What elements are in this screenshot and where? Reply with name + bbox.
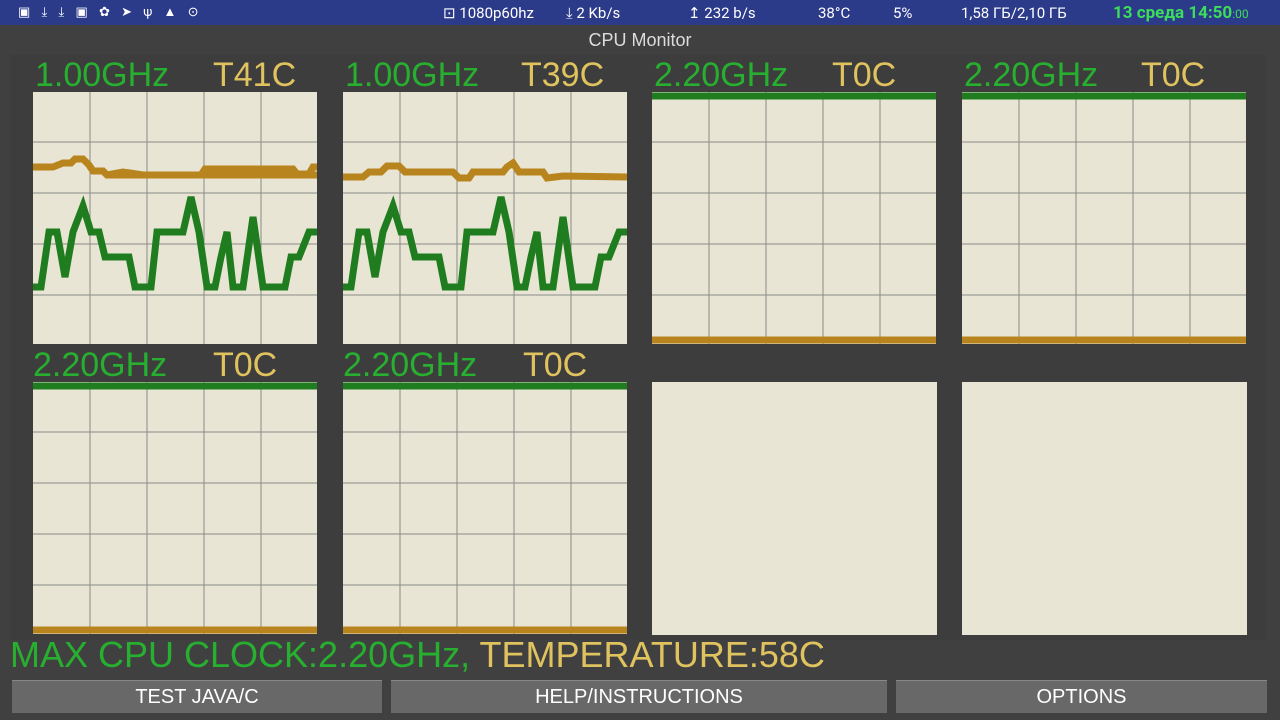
core-0-frequency: 1.00GHz	[35, 56, 170, 94]
cpu-summary: MAX CPU CLOCK:2.20GHz, TEMPERATURE:58C	[10, 637, 825, 673]
test-java-c-button[interactable]: TEST JAVA/C	[12, 680, 382, 713]
core-1-temperature: T39C	[521, 56, 605, 94]
empty-graph-slot	[962, 382, 1247, 635]
status-bar: ▣ ⤓ ⤓ ▣ ✿ ➤ ψ ▲ ⊙ ⊡ 1080p60hz ⤓ 2 Kb/s ↥…	[0, 0, 1280, 25]
core-3-temperature: T0C	[1141, 56, 1206, 94]
app-title: CPU Monitor	[588, 30, 692, 50]
core-0-graph	[33, 92, 317, 344]
core-4-temperature: T0C	[213, 346, 278, 384]
clock-seconds: :00	[1232, 7, 1249, 21]
video-mode-indicator: ⊡ 1080p60hz	[443, 4, 534, 22]
clock-time: 13 среда 14:50	[1113, 3, 1233, 23]
core-2-graph	[652, 92, 936, 344]
empty-graph-slot	[652, 382, 937, 635]
core-4-graph	[33, 382, 317, 634]
help-instructions-button[interactable]: HELP/INSTRUCTIONS	[391, 680, 887, 713]
core-5-temperature: T0C	[523, 346, 588, 384]
core-2-frequency: 2.20GHz	[654, 56, 789, 94]
cpu-load: 5%	[893, 4, 913, 22]
max-cpu-clock: MAX CPU CLOCK:2.20GHz,	[10, 634, 471, 675]
max-temperature: TEMPERATURE:58C	[479, 634, 825, 675]
core-2-temperature: T0C	[832, 56, 897, 94]
core-1-frequency: 1.00GHz	[345, 56, 480, 94]
clock: 13 среда 14:50:00	[1113, 3, 1249, 23]
core-3-frequency: 2.20GHz	[964, 56, 1099, 94]
core-3-graph	[962, 92, 1246, 344]
ram-usage: 1,58 ГБ/2,10 ГБ	[961, 4, 1067, 22]
core-4-frequency: 2.20GHz	[33, 346, 168, 384]
core-5-graph	[343, 382, 627, 634]
core-0-temperature: T41C	[213, 56, 297, 94]
upload-speed: ↥ 232 b/s	[688, 4, 756, 22]
download-speed: ⤓ 2 Kb/s	[566, 4, 621, 22]
cpu-temperature: 38°C	[818, 4, 851, 22]
core-5-frequency: 2.20GHz	[343, 346, 478, 384]
core-1-graph	[343, 92, 627, 344]
notification-icons: ▣ ⤓ ⤓ ▣ ✿ ➤ ψ ▲ ⊙	[18, 5, 203, 20]
options-button[interactable]: OPTIONS	[896, 680, 1267, 713]
